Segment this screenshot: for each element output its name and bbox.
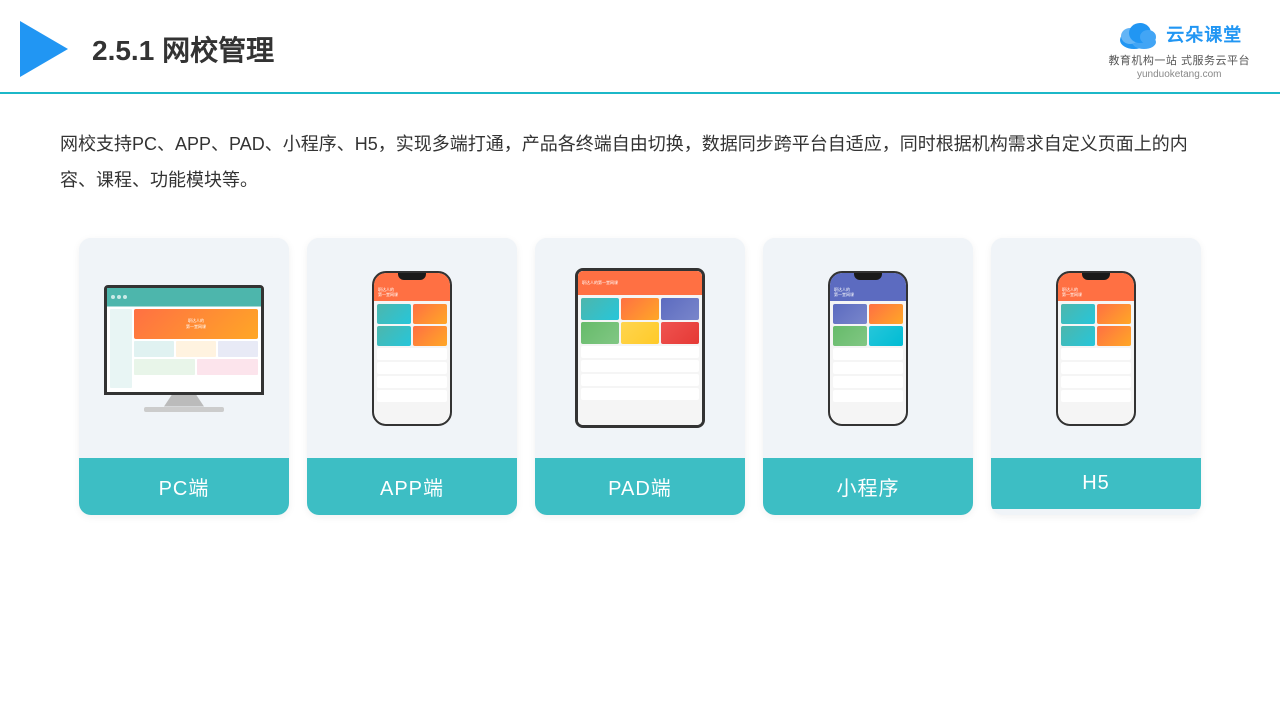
card-app-label: APP端: [307, 458, 517, 515]
card-miniprogram: 职达人的第一堂网课: [763, 238, 973, 515]
brand-triangle-icon: [20, 21, 68, 77]
phone-screen-miniprogram: 职达人的第一堂网课: [830, 273, 906, 424]
phone-notch-h5: [1082, 273, 1110, 280]
header-left: 2.5.1 网校管理: [20, 21, 274, 77]
card-miniprogram-image: 职达人的第一堂网课: [763, 238, 973, 458]
page-header: 2.5.1 网校管理 云朵课堂 教育机构一站 式服务云平台 yunduoketa…: [0, 0, 1280, 94]
pc-screen: 职达人的第一堂网课: [104, 285, 264, 395]
card-pc-image: 职达人的第一堂网课: [79, 238, 289, 458]
phone-body-miniprogram: 职达人的第一堂网课: [828, 271, 908, 426]
cloud-icon: [1116, 18, 1160, 50]
phone-body-app: 职达人的第一堂网课: [372, 271, 452, 426]
phone-notch: [398, 273, 426, 280]
logo-container: 云朵课堂: [1116, 18, 1242, 50]
phone-screen-app: 职达人的第一堂网课: [374, 273, 450, 424]
card-pc: 职达人的第一堂网课: [79, 238, 289, 515]
phone-notch-miniprogram: [854, 273, 882, 280]
card-pc-label: PC端: [79, 458, 289, 515]
tablet-mockup: 职达人的第一堂网课: [575, 268, 705, 428]
section-number: 2.5.1: [92, 35, 154, 66]
cards-container: 职达人的第一堂网课: [0, 218, 1280, 535]
brand-logo: 云朵课堂 教育机构一站 式服务云平台 yunduoketang.com: [1108, 18, 1250, 80]
logo-tagline: 教育机构一站 式服务云平台: [1108, 52, 1250, 68]
logo-text: 云朵课堂: [1166, 21, 1242, 47]
pc-screen-content: 职达人的第一堂网课: [107, 288, 261, 392]
logo-url: yunduoketang.com: [1137, 69, 1222, 80]
phone-screen-h5: 职达人的第一堂网课: [1058, 273, 1134, 424]
phone-mockup-h5: 职达人的第一堂网课: [1056, 271, 1136, 426]
tablet-screen: 职达人的第一堂网课: [578, 271, 702, 425]
section-title: 网校管理: [162, 35, 274, 66]
phone-body-h5: 职达人的第一堂网课: [1056, 271, 1136, 426]
card-app-image: 职达人的第一堂网课: [307, 238, 517, 458]
card-h5-label: H5: [991, 458, 1201, 509]
card-pad: 职达人的第一堂网课: [535, 238, 745, 515]
card-pad-image: 职达人的第一堂网课: [535, 238, 745, 458]
tablet-body: 职达人的第一堂网课: [575, 268, 705, 428]
card-h5-image: 职达人的第一堂网课: [991, 238, 1201, 458]
card-h5: 职达人的第一堂网课: [991, 238, 1201, 515]
card-miniprogram-label: 小程序: [763, 458, 973, 515]
description-paragraph: 网校支持PC、APP、PAD、小程序、H5，实现多端打通，产品各终端自由切换，数…: [60, 126, 1220, 198]
card-pad-label: PAD端: [535, 458, 745, 515]
phone-mockup-miniprogram: 职达人的第一堂网课: [828, 271, 908, 426]
card-app: 职达人的第一堂网课: [307, 238, 517, 515]
page-title: 2.5.1 网校管理: [92, 29, 274, 69]
phone-mockup-app: 职达人的第一堂网课: [372, 271, 452, 426]
pc-mockup: 职达人的第一堂网课: [104, 285, 264, 412]
description-text: 网校支持PC、APP、PAD、小程序、H5，实现多端打通，产品各终端自由切换，数…: [0, 94, 1280, 218]
